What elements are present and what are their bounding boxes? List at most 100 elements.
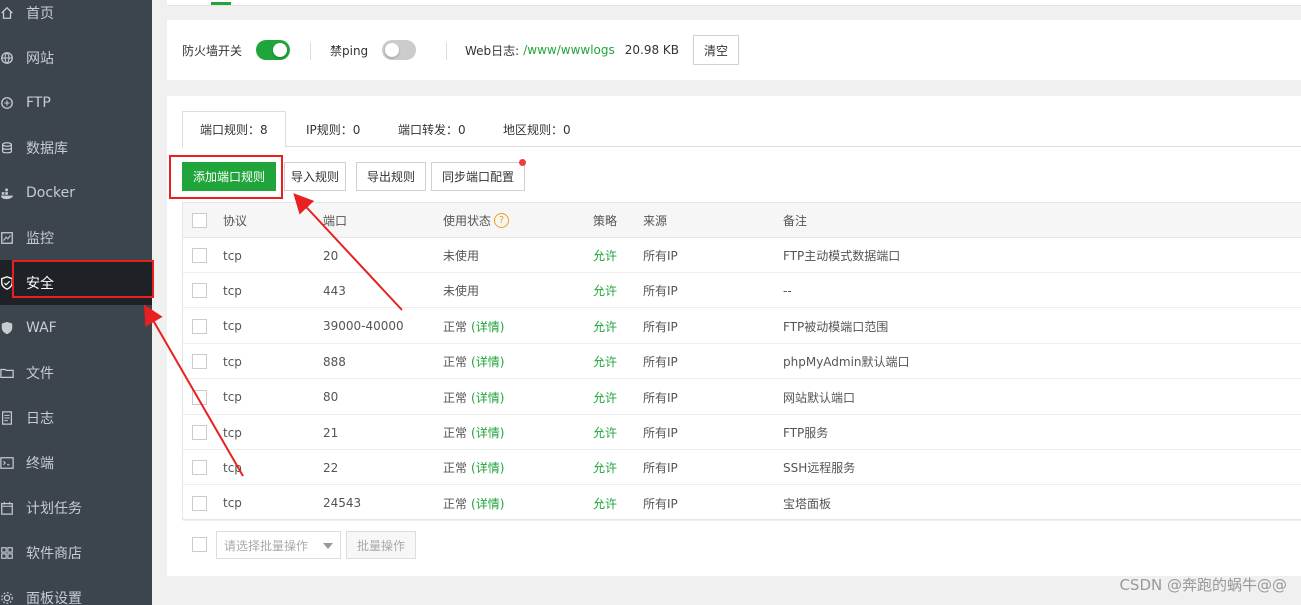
- calendar-icon: [0, 499, 16, 517]
- cell-remark: 网站默认端口: [783, 390, 856, 405]
- sidebar-item-label: 数据库: [26, 140, 68, 157]
- row-checkbox[interactable]: [192, 389, 207, 405]
- notification-dot: [519, 159, 526, 166]
- cell-remark: FTP服务: [783, 426, 829, 440]
- table-row: tcp 21 正常 (详情) 允许 所有IP FTP服务: [183, 415, 1301, 450]
- cell-source: 所有IP: [643, 426, 678, 440]
- security-highlight-box: [12, 260, 154, 298]
- top-tab-strip: [167, 0, 1301, 6]
- batch-select-checkbox[interactable]: [192, 537, 207, 552]
- cell-protocol: tcp: [223, 496, 242, 511]
- tab-port-forward[interactable]: 端口转发：0: [398, 111, 466, 147]
- header-policy: 策略: [593, 214, 618, 228]
- row-checkbox[interactable]: [192, 460, 207, 476]
- row-checkbox[interactable]: [192, 318, 207, 334]
- import-rules-button[interactable]: 导入规则: [284, 162, 346, 191]
- table-header: 协议 端口 使用状态 ? 策略 来源 备注: [183, 203, 1301, 238]
- cell-policy: 允许: [593, 319, 618, 334]
- cell-policy: 允许: [593, 496, 618, 511]
- row-checkbox[interactable]: [192, 425, 207, 440]
- detail-link[interactable]: (详情): [471, 495, 504, 512]
- ping-toggle[interactable]: [382, 40, 417, 60]
- watermark: CSDN @奔跑的蜗牛@@: [1119, 576, 1287, 594]
- sidebar-item-database[interactable]: 数据库: [0, 125, 152, 170]
- firewall-toggle[interactable]: [256, 40, 291, 60]
- docker-icon: [0, 184, 16, 202]
- monitor-icon: [0, 229, 16, 247]
- table-row: tcp 80 正常 (详情) 允许 所有IP 网站默认端口: [183, 380, 1301, 415]
- home-icon: [0, 4, 16, 22]
- sidebar-item-label: 日志: [26, 410, 54, 427]
- help-icon[interactable]: ?: [494, 213, 510, 228]
- cell-protocol: tcp: [223, 390, 242, 405]
- cell-source: 所有IP: [643, 496, 678, 511]
- sidebar-item-label: 软件商店: [26, 545, 82, 562]
- export-rules-button[interactable]: 导出规则: [356, 162, 426, 191]
- sidebar-item-home[interactable]: 首页: [0, 0, 152, 35]
- sidebar-item-store[interactable]: 软件商店: [0, 530, 152, 575]
- settings-icon: [0, 589, 16, 605]
- sidebar-item-monitor[interactable]: 监控: [0, 215, 152, 260]
- table-row: tcp 443 未使用 允许 所有IP --: [183, 273, 1301, 309]
- sidebar-item-label: 终端: [26, 455, 54, 472]
- cell-remark: FTP被动模端口范围: [783, 319, 889, 334]
- sidebar-item-label: 监控: [26, 230, 54, 247]
- sidebar-item-files[interactable]: 文件: [0, 350, 152, 395]
- clear-log-button[interactable]: 清空: [693, 35, 740, 65]
- header-port: 端口: [323, 214, 348, 228]
- row-checkbox[interactable]: [192, 495, 207, 511]
- batch-operation-select[interactable]: 请选择批量操作: [216, 531, 341, 559]
- divider: [310, 42, 311, 60]
- active-tab-indicator: [211, 2, 231, 5]
- firewall-switch-group: 防火墙开关: [182, 20, 291, 80]
- toggle-knob: [385, 43, 400, 57]
- sidebar-item-cron[interactable]: 计划任务: [0, 485, 152, 530]
- detail-link[interactable]: (详情): [471, 459, 504, 476]
- sidebar-item-ftp[interactable]: FTP: [0, 80, 152, 125]
- select-all-checkbox[interactable]: [192, 213, 207, 228]
- port-rules-panel: 端口规则：8 IP规则：0 端口转发：0 地区规则：0 添加端口规则 导入规则 …: [167, 96, 1301, 576]
- sidebar-item-label: WAF: [26, 319, 57, 336]
- cell-remark: SSH远程服务: [783, 461, 856, 476]
- globe-icon: [0, 49, 16, 67]
- table-row: tcp 24543 正常 (详情) 允许 所有IP 宝塔面板: [183, 486, 1301, 521]
- header-status-label: 使用状态: [443, 214, 492, 228]
- table-row: tcp 22 正常 (详情) 允许 所有IP SSH远程服务: [183, 450, 1301, 486]
- tab-ip-rules[interactable]: IP规则：0: [306, 111, 360, 147]
- header-source: 来源: [643, 214, 668, 228]
- cell-status: 正常 (详情): [443, 380, 504, 415]
- row-checkbox[interactable]: [192, 283, 207, 299]
- tab-port-rules[interactable]: 端口规则：8: [182, 111, 286, 148]
- cell-protocol: tcp: [223, 319, 242, 334]
- row-checkbox[interactable]: [192, 248, 207, 263]
- sync-port-config-button[interactable]: 同步端口配置: [431, 162, 525, 191]
- cell-status: 未使用: [443, 238, 479, 273]
- detail-link[interactable]: (详情): [471, 389, 504, 406]
- detail-link[interactable]: (详情): [471, 318, 504, 335]
- tab-region-rules[interactable]: 地区规则：0: [503, 111, 571, 147]
- sidebar-item-label: 文件: [26, 365, 54, 382]
- sidebar-item-terminal[interactable]: 终端: [0, 440, 152, 485]
- sidebar-item-settings[interactable]: 面板设置: [0, 575, 152, 605]
- cell-policy: 允许: [593, 284, 618, 299]
- detail-link[interactable]: (详情): [471, 353, 504, 370]
- cell-remark: FTP主动模式数据端口: [783, 249, 901, 263]
- row-checkbox[interactable]: [192, 354, 207, 370]
- sidebar-item-waf[interactable]: WAF: [0, 305, 152, 350]
- weblog-size: 20.98 KB: [624, 43, 680, 57]
- status-text: 正常: [443, 319, 468, 334]
- weblog-path-link[interactable]: /www/wwwlogs: [523, 43, 615, 57]
- sidebar-item-logs[interactable]: 日志: [0, 395, 152, 440]
- cell-port: 20: [323, 248, 339, 263]
- detail-link[interactable]: (详情): [471, 424, 504, 441]
- cell-remark: 宝塔面板: [783, 496, 832, 511]
- cell-status: 正常 (详情): [443, 450, 504, 485]
- cell-source: 所有IP: [643, 319, 678, 334]
- sidebar-item-website[interactable]: 网站: [0, 35, 152, 80]
- database-icon: [0, 139, 16, 157]
- folder-icon: [0, 364, 16, 382]
- header-protocol: 协议: [223, 214, 248, 228]
- status-text: 未使用: [443, 284, 480, 299]
- batch-operation-button[interactable]: 批量操作: [346, 531, 416, 559]
- sidebar-item-docker[interactable]: Docker: [0, 170, 152, 215]
